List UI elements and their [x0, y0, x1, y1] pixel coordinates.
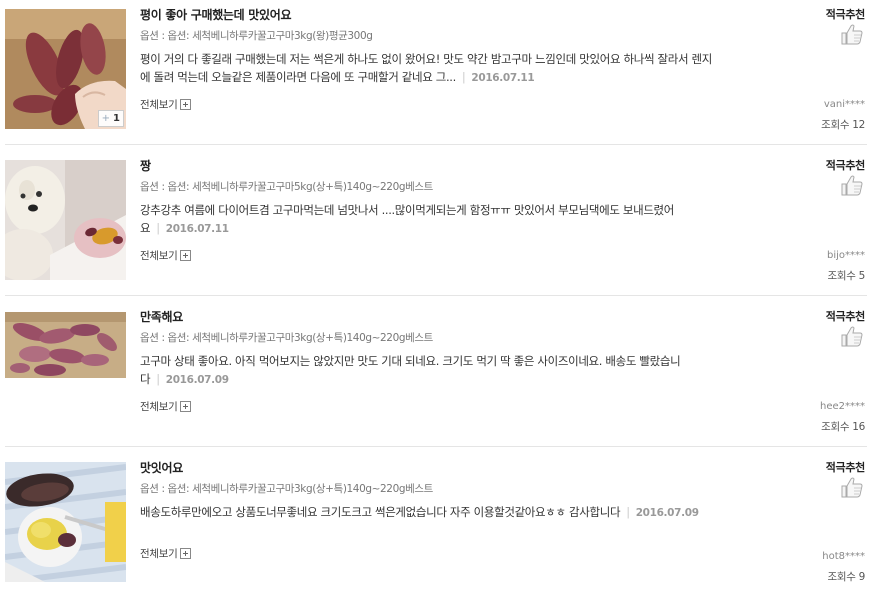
thumbs-up-icon — [841, 24, 863, 45]
photo-count-badge: +1 — [97, 110, 124, 127]
review-option: 옵션 : 옵션: 세척베니하루카꿀고구마3kg(상+특)140g~220g베스트 — [140, 332, 433, 344]
view-full-label: 전체보기 — [140, 250, 178, 262]
plus-box-icon — [180, 99, 192, 110]
review-photo[interactable]: +1 — [5, 9, 126, 129]
view-count: 조회수 16 — [821, 421, 865, 433]
separator: | — [461, 69, 466, 84]
plus-box-icon — [180, 401, 192, 412]
plus-box-icon — [180, 250, 192, 261]
thumbs-up-icon — [841, 175, 863, 196]
review-title[interactable]: 짱 — [140, 157, 151, 174]
recommend-label: 적극추천 — [825, 461, 866, 474]
review-author: vani**** — [823, 99, 865, 110]
view-full-button[interactable]: 전체보기 — [140, 546, 192, 561]
view-full-label: 전체보기 — [140, 548, 178, 560]
review-photo[interactable] — [5, 462, 126, 582]
review-item: +1 평이 좋아 구매했는데 맛있어요 옵션 : 옵션: 세척베니하루카꿀고구마… — [0, 0, 872, 151]
view-full-button[interactable]: 전체보기 — [140, 248, 192, 263]
review-item: 짱 옵션 : 옵션: 세척베니하루카꿀고구마5kg(상+특)140g~220g베… — [0, 151, 872, 302]
view-full-button[interactable]: 전체보기 — [140, 97, 192, 112]
review-photo[interactable] — [5, 160, 126, 280]
view-full-label: 전체보기 — [140, 99, 178, 111]
separator: | — [626, 505, 630, 519]
review-option: 옵션 : 옵션: 세척베니하루카꿀고구마3kg(왕)평균300g — [140, 30, 373, 42]
review-author: hee2**** — [819, 401, 865, 412]
review-option: 옵션 : 옵션: 세척베니하루카꿀고구마5kg(상+특)140g~220g베스트 — [140, 181, 433, 193]
review-content[interactable]: 고구마 상태 좋아요. 아직 먹어보지는 않았지만 맛도 기대 되네요. 크기도… — [140, 353, 720, 389]
review-date: 2016.07.11 — [165, 222, 229, 235]
view-count: 조회수 9 — [827, 571, 866, 583]
view-count: 조회수 12 — [821, 119, 865, 131]
review-photo[interactable] — [5, 312, 126, 378]
view-full-label: 전체보기 — [140, 401, 178, 413]
separator: | — [156, 220, 160, 235]
review-content[interactable]: 평이 거의 다 좋길래 구매했는데 저는 썩은게 하나도 없이 왔어요! 맛도 … — [140, 51, 720, 87]
review-author: hot8**** — [822, 551, 865, 562]
review-item: 만족해요 옵션 : 옵션: 세척베니하루카꿀고구마3kg(상+특)140g~22… — [0, 302, 872, 453]
divider — [5, 295, 867, 296]
review-title[interactable]: 만족해요 — [140, 308, 183, 325]
recommend-label: 적극추천 — [825, 159, 866, 172]
recommend-label: 적극추천 — [825, 310, 866, 323]
review-date: 2016.07.09 — [635, 507, 699, 519]
separator: | — [156, 371, 160, 386]
review-option: 옵션 : 옵션: 세척베니하루카꿀고구마3kg(상+특)140g~220g베스트 — [140, 483, 433, 495]
thumbs-up-icon — [841, 326, 863, 347]
plus-box-icon — [180, 548, 192, 559]
review-date: 2016.07.11 — [471, 71, 535, 84]
review-item: 맛잇어요 옵션 : 옵션: 세척베니하루카꿀고구마3kg(상+특)140g~22… — [0, 453, 872, 594]
recommend-label: 적극추천 — [825, 8, 866, 21]
review-title[interactable]: 평이 좋아 구매했는데 맛있어요 — [140, 6, 292, 23]
divider — [5, 144, 867, 145]
review-content[interactable]: 배송도하루만에오고 상품도너무좋네요 크기도크고 썩은게없습니다 자주 이용할것… — [140, 504, 720, 523]
review-date: 2016.07.09 — [165, 373, 229, 386]
review-content[interactable]: 강추강추 여름에 다이어트겸 고구마먹는데 넘맛나서 ....많이먹게되는게 함… — [140, 202, 720, 238]
view-count: 조회수 5 — [827, 270, 866, 282]
thumbs-up-icon — [841, 477, 863, 498]
divider — [5, 446, 867, 447]
review-title[interactable]: 맛잇어요 — [140, 459, 183, 476]
review-text: 배송도하루만에오고 상품도너무좋네요 크기도크고 썩은게없습니다 자주 이용할것… — [140, 505, 621, 519]
view-full-button[interactable]: 전체보기 — [140, 399, 192, 414]
review-text: 평이 거의 다 좋길래 구매했는데 저는 썩은게 하나도 없이 왔어요! 맛도 … — [140, 52, 712, 84]
review-author: bijo**** — [826, 250, 865, 261]
